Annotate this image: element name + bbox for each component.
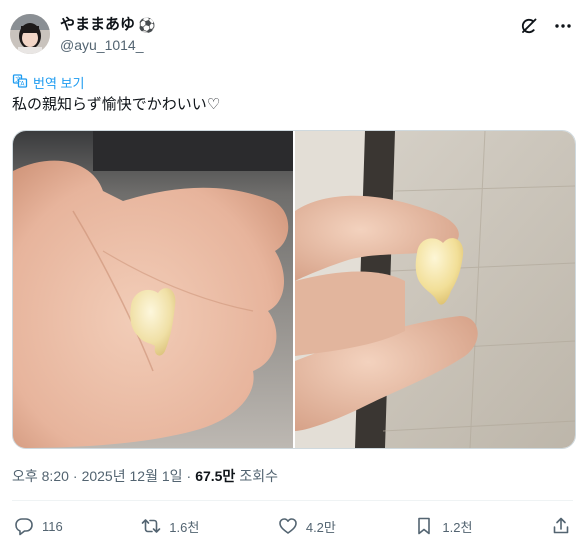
- display-name[interactable]: やままあゆ ⚽: [60, 16, 155, 34]
- tooth-held-fingers-photo[interactable]: [295, 131, 575, 448]
- views-count: 67.5만: [195, 468, 236, 484]
- retweet-count: 1.6천: [169, 519, 200, 535]
- bookmark-button[interactable]: 1.2천: [414, 516, 472, 536]
- share-icon: [551, 516, 571, 536]
- header-actions: [519, 16, 573, 36]
- views-label: 조회수: [239, 468, 278, 484]
- tweet-meta: 오후 8:20 · 2025년 12월 1일 · 67.5만 조회수: [12, 466, 278, 486]
- action-bar: 116 1.6천 4.2만 1.2천: [14, 513, 571, 539]
- reply-icon: [14, 516, 34, 536]
- heart-icon: [278, 516, 298, 536]
- tweet-date[interactable]: 2025년 12월 1일: [82, 466, 183, 486]
- share-button[interactable]: [551, 516, 571, 536]
- translate-icon: 文 A: [12, 73, 28, 92]
- tweet-text: 私の親知らず愉快でかわいい♡: [12, 96, 221, 113]
- user-handle[interactable]: @ayu_1014_: [60, 36, 155, 54]
- meta-separator: ·: [72, 468, 78, 484]
- user-info: やままあゆ ⚽ @ayu_1014_: [60, 16, 155, 54]
- bookmark-count: 1.2천: [442, 519, 473, 535]
- grok-icon[interactable]: [519, 16, 539, 36]
- translate-link[interactable]: 文 A 번역 보기: [12, 73, 84, 92]
- bookmark-icon: [414, 516, 434, 536]
- like-count: 4.2만: [305, 519, 336, 535]
- media-grid: [12, 130, 576, 449]
- retweet-button[interactable]: 1.6천: [141, 516, 199, 536]
- reply-button[interactable]: 116: [14, 516, 63, 536]
- translate-label: 번역 보기: [33, 76, 85, 91]
- retweet-icon: [141, 516, 161, 536]
- tweet-header: やままあゆ ⚽ @ayu_1014_: [10, 12, 573, 56]
- soccer-ball-emoji: ⚽: [138, 17, 156, 33]
- more-icon[interactable]: [553, 16, 573, 36]
- divider: [12, 500, 573, 501]
- tooth-on-palm-photo[interactable]: [13, 131, 293, 448]
- meta-separator: ·: [186, 468, 192, 484]
- reply-count: 116: [42, 518, 63, 534]
- display-name-text: やままあゆ: [60, 16, 136, 33]
- tweet-time[interactable]: 오후 8:20: [12, 466, 69, 486]
- avatar[interactable]: [10, 14, 50, 54]
- like-button[interactable]: 4.2만: [278, 516, 336, 536]
